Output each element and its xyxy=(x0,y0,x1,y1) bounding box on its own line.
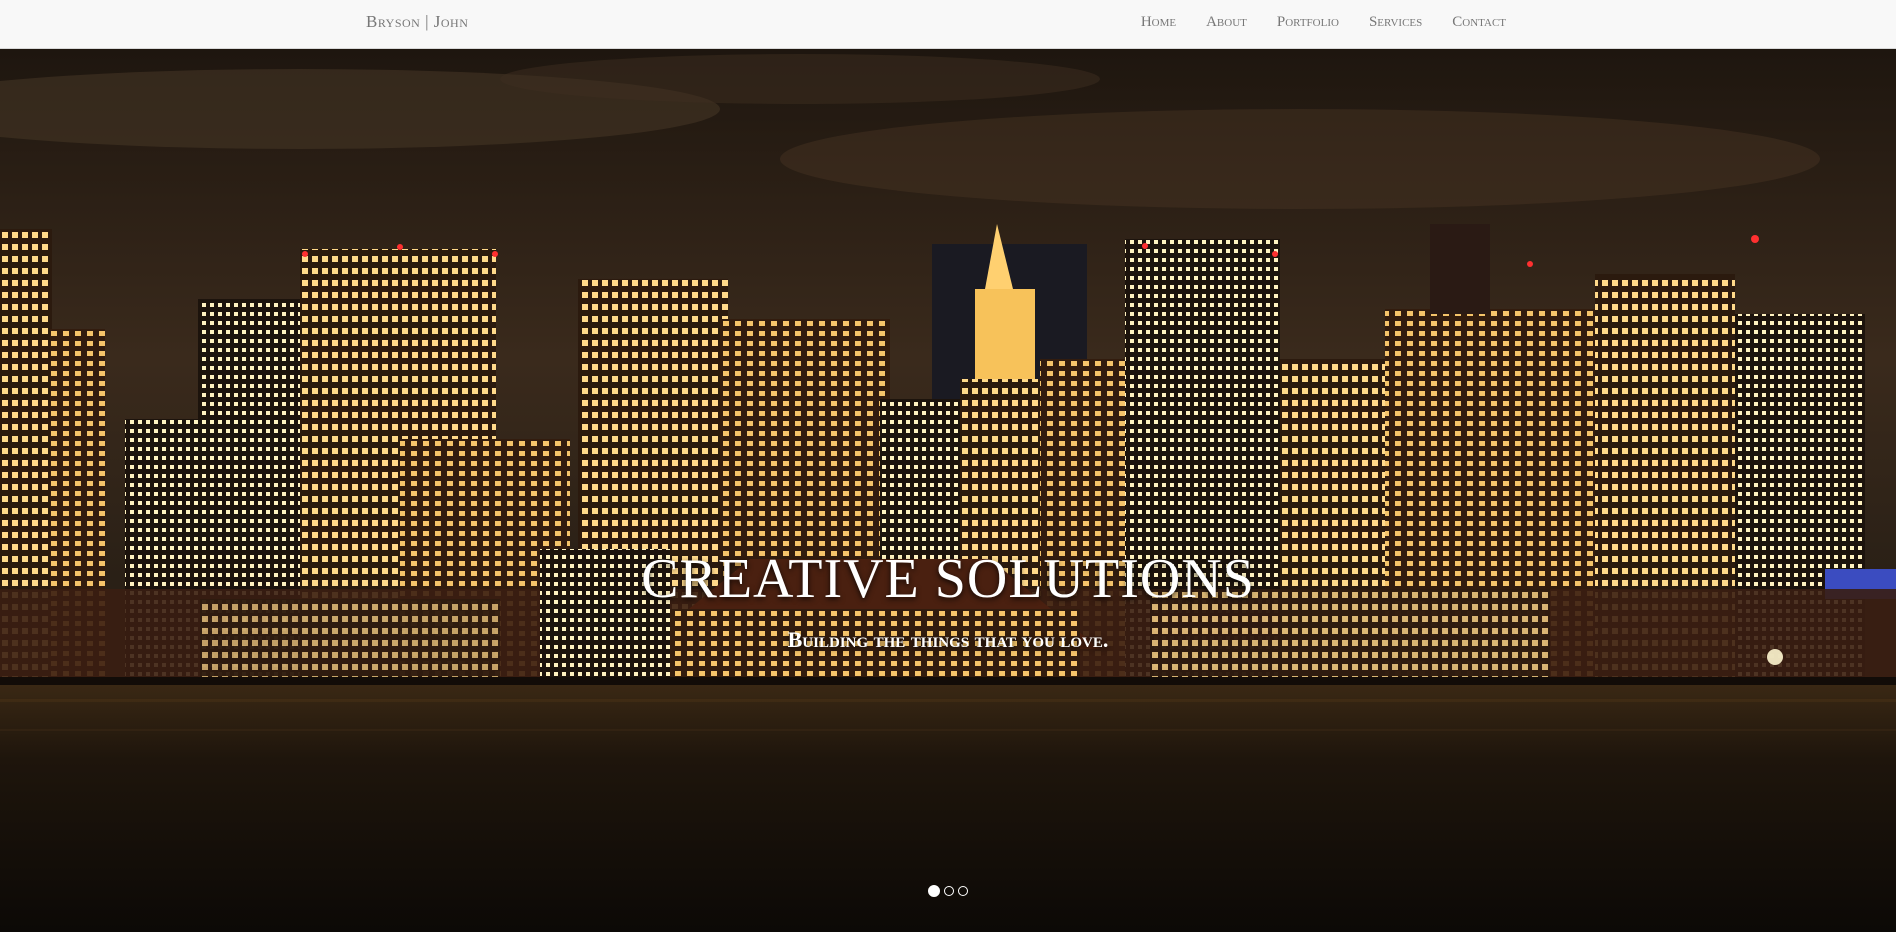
hero-carousel: CREATIVE SOLUTIONS Building the things t… xyxy=(0,49,1896,932)
nav-link-contact[interactable]: Contact xyxy=(1452,14,1506,31)
carousel-indicator-3[interactable] xyxy=(958,886,968,896)
hero-subheadline: Building the things that you love. xyxy=(787,627,1109,652)
nav-link-home[interactable]: Home xyxy=(1141,14,1176,31)
carousel-indicator-2[interactable] xyxy=(944,886,954,896)
nav-link-portfolio[interactable]: Portfolio xyxy=(1277,14,1339,31)
nav-menu: Home About Portfolio Services Contact xyxy=(1111,14,1506,31)
brand-logo-link[interactable]: Bryson | John xyxy=(366,12,468,32)
nav-link-about[interactable]: About xyxy=(1206,14,1247,31)
nav-link-services[interactable]: Services xyxy=(1369,14,1422,31)
city-skyline-image xyxy=(0,49,1896,932)
carousel-indicator-1[interactable] xyxy=(928,885,940,897)
carousel-indicators xyxy=(0,885,1896,897)
hero-headline: CREATIVE SOLUTIONS xyxy=(641,548,1255,610)
navbar: Bryson | John Home About Portfolio Servi… xyxy=(0,0,1896,49)
